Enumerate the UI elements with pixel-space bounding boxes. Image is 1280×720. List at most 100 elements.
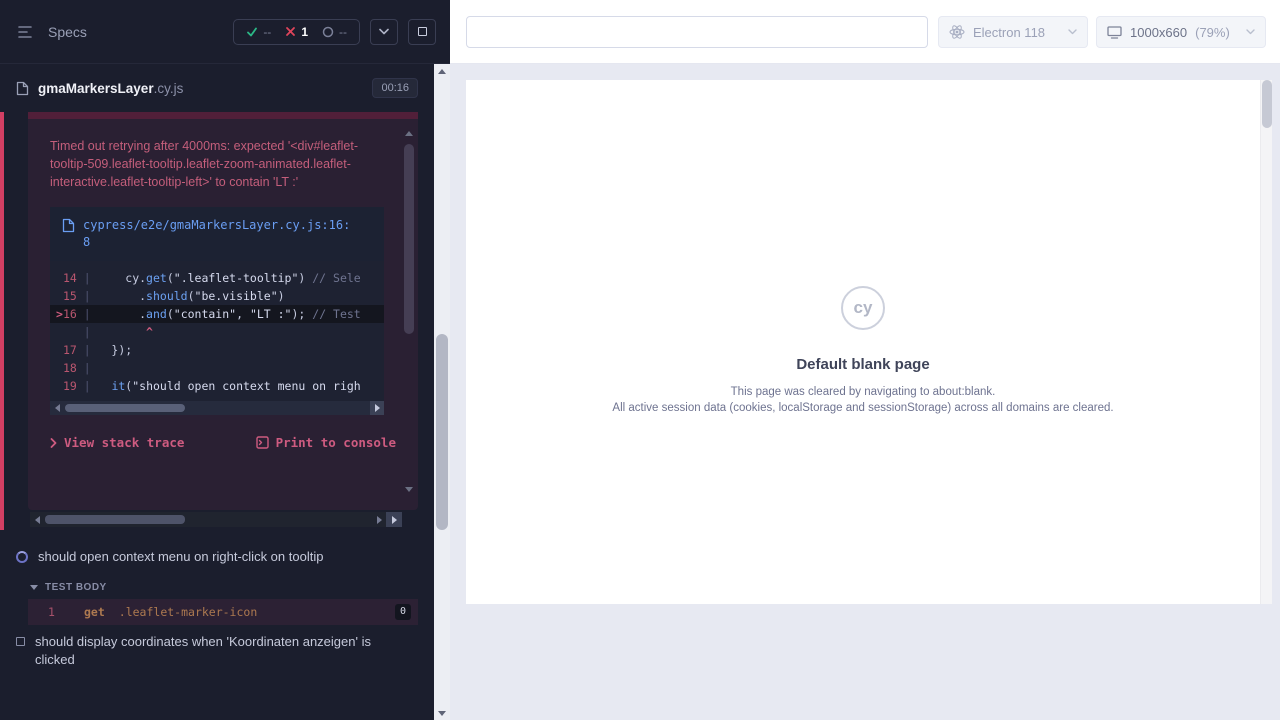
aut-scrollbar-thumb[interactable] <box>1262 80 1272 128</box>
code-frame-header: cypress/e2e/gmaMarkersLayer.cy.js:16:8 <box>50 207 384 261</box>
error-vertical-scrollbar[interactable] <box>403 128 415 494</box>
aut-iframe-page: cy Default blank page This page was clea… <box>466 80 1272 604</box>
test-list: should open context menu on right-click … <box>0 540 434 677</box>
scroll-down-icon[interactable] <box>434 706 450 720</box>
scroll-up-icon[interactable] <box>434 64 450 78</box>
console-icon <box>256 436 269 449</box>
electron-browser-icon <box>949 24 965 40</box>
test-body-header[interactable]: TEST BODY <box>0 574 434 599</box>
code-frame: cypress/e2e/gmaMarkersLayer.cy.js:16:8 1… <box>50 207 384 415</box>
scroll-right-icon[interactable] <box>370 401 384 415</box>
browser-label: Electron 118 <box>973 25 1045 40</box>
scroll-left-icon[interactable] <box>50 401 64 415</box>
code-line: 15 | .should("be.visible") <box>50 287 384 305</box>
code-line: 18 | <box>50 359 384 377</box>
specs-menu-icon[interactable] <box>14 20 38 44</box>
test-title: should open context menu on right-click … <box>38 548 323 566</box>
blank-page-content: cy Default blank page This page was clea… <box>466 80 1260 414</box>
specs-label: Specs <box>48 24 87 40</box>
code-line: 14 | cy.get(".leaflet-tooltip") // Sele <box>50 269 384 287</box>
print-to-console-label: Print to console <box>276 435 396 450</box>
reporter-horizontal-scrollbar[interactable] <box>30 512 402 527</box>
view-stack-trace-label: View stack trace <box>64 435 184 450</box>
aut-header: Electron 118 1000x660 (79%) <box>450 0 1280 64</box>
test-title: should display coordinates when 'Koordin… <box>35 633 385 669</box>
aut-stage: cy Default blank page This page was clea… <box>450 64 1280 720</box>
command-log-row[interactable]: 1 get .leaflet-marker-icon 0 <box>28 599 418 625</box>
browser-select[interactable]: Electron 118 <box>938 16 1088 48</box>
blank-page-title: Default blank page <box>466 356 1260 373</box>
chevron-right-icon <box>50 438 57 448</box>
passed-count: -- <box>263 25 271 39</box>
blank-page-line1: This page was cleared by navigating to a… <box>466 386 1260 398</box>
chevron-down-icon <box>1068 29 1077 35</box>
code-block: 14 | cy.get(".leaflet-tooltip") // Sele … <box>50 261 384 401</box>
stop-icon <box>418 27 427 36</box>
test-stats: -- 1 -- <box>233 19 360 45</box>
stat-passed: -- <box>246 25 271 39</box>
command-number: 1 <box>28 605 84 619</box>
code-scrollbar-thumb[interactable] <box>65 404 185 412</box>
error-scrollbar-thumb[interactable] <box>404 144 414 334</box>
pending-count: -- <box>339 25 347 39</box>
x-icon <box>285 26 296 37</box>
command-name: get <box>84 605 105 619</box>
stat-pending: -- <box>322 25 347 39</box>
reporter-sidebar: Specs -- 1 <box>0 0 450 720</box>
command-count-badge: 0 <box>395 604 411 620</box>
pending-circle-icon <box>322 26 334 38</box>
stat-failed: 1 <box>285 25 308 39</box>
reporter-scrollbar-thumb[interactable] <box>436 334 448 530</box>
collapse-all-button[interactable] <box>370 19 398 45</box>
file-icon <box>62 218 75 233</box>
spec-extension: .cy.js <box>154 81 184 96</box>
spec-file-row[interactable]: gmaMarkersLayer .cy.js 00:16 <box>0 64 434 112</box>
list-icon <box>18 25 34 39</box>
error-panel-top-bar <box>28 112 418 119</box>
stop-button[interactable] <box>408 19 436 45</box>
chevron-down-icon <box>30 585 38 590</box>
error-message: Timed out retrying after 4000ms: expecte… <box>28 119 418 205</box>
viewport-size: 1000x660 <box>1130 25 1187 40</box>
print-to-console-button[interactable]: Print to console <box>256 435 396 450</box>
cypress-app: Specs -- 1 <box>0 0 1280 720</box>
url-input[interactable] <box>466 16 928 48</box>
scroll-right-icon[interactable] <box>372 512 386 527</box>
reporter-header: Specs -- 1 <box>0 0 450 64</box>
test-error-panel: Timed out retrying after 4000ms: expecte… <box>28 112 418 510</box>
spec-name: gmaMarkersLayer <box>38 81 154 96</box>
spec-duration: 00:16 <box>372 78 418 98</box>
blank-page-line2: All active session data (cookies, localS… <box>466 402 1260 414</box>
test-row-pending[interactable]: should display coordinates when 'Koordin… <box>0 625 434 677</box>
scroll-down-icon[interactable] <box>403 484 415 494</box>
code-line: 17 | }); <box>50 341 384 359</box>
code-line: | ^ <box>50 323 384 341</box>
test-row-running[interactable]: should open context menu on right-click … <box>0 540 434 574</box>
reporter-vertical-scrollbar[interactable] <box>434 64 450 720</box>
reporter-hscrollbar-thumb[interactable] <box>45 515 185 524</box>
viewport-scale: (79%) <box>1195 25 1230 40</box>
code-horizontal-scrollbar[interactable] <box>50 401 384 415</box>
code-frame-file-link[interactable]: cypress/e2e/gmaMarkersLayer.cy.js:16:8 <box>83 217 355 251</box>
view-stack-trace-link[interactable]: View stack trace <box>50 435 184 450</box>
test-running-spinner-icon <box>16 551 28 563</box>
viewport-icon <box>1107 26 1122 39</box>
error-actions: View stack trace Print to console <box>28 415 418 450</box>
chevron-down-icon <box>379 28 389 35</box>
failed-count: 1 <box>301 25 308 39</box>
scroll-left-icon[interactable] <box>30 512 44 527</box>
command-message: .leaflet-marker-icon <box>119 605 257 619</box>
scrollbar-corner <box>386 512 402 527</box>
test-pending-icon <box>16 637 25 646</box>
chevron-down-icon <box>1246 29 1255 35</box>
code-line: 19 | it("should open context menu on rig… <box>50 377 384 395</box>
spec-file-icon <box>16 81 29 96</box>
viewport-select[interactable]: 1000x660 (79%) <box>1096 16 1266 48</box>
failed-test-accent-bar <box>0 112 4 530</box>
scroll-up-icon[interactable] <box>403 128 415 138</box>
test-body-label: TEST BODY <box>45 582 107 593</box>
check-icon <box>246 26 258 38</box>
cypress-logo: cy <box>841 286 885 330</box>
code-line: >16 | .and("contain", "LT :"); // Test <box>50 305 384 323</box>
aut-vertical-scrollbar[interactable] <box>1260 80 1272 604</box>
